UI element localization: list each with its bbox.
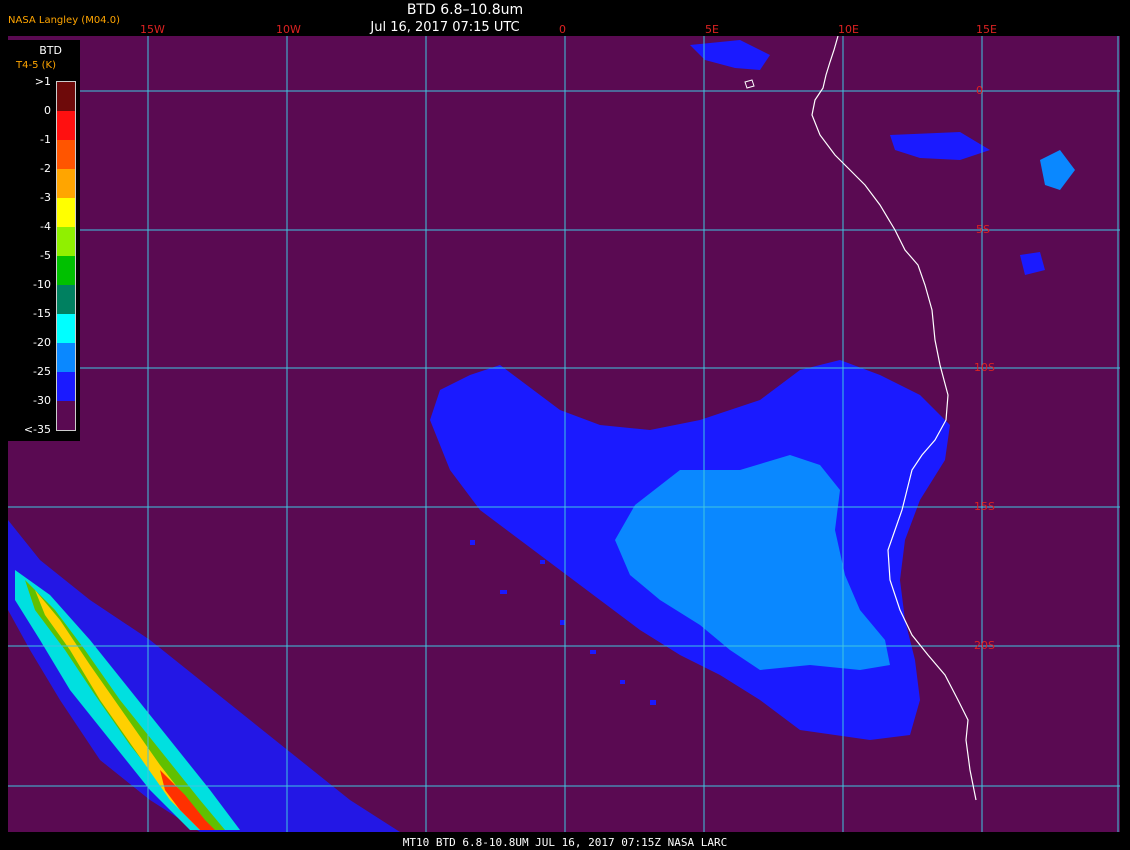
map-datetime: Jul 16, 2017 07:15 UTC <box>370 20 520 35</box>
lat-label-20s: 20S <box>974 639 995 652</box>
legend-tick-label: -30 <box>33 394 51 407</box>
legend-tick-label: >1 <box>34 75 51 88</box>
legend-tick-label: 0 <box>44 104 51 117</box>
legend-tick-label: -15 <box>33 307 51 320</box>
map-title: BTD 6.8–10.8um <box>406 2 524 18</box>
legend-swatch <box>57 140 75 169</box>
lon-label-10w: 10W <box>276 23 301 36</box>
lon-label-10e: 10E <box>838 23 859 36</box>
legend-swatch <box>57 285 75 314</box>
lat-label-0: 0 <box>976 84 983 97</box>
legend-tick-label: -25 <box>33 365 51 378</box>
legend-tick-label: <-35 <box>23 423 51 436</box>
legend-tick-label: -1 <box>40 133 51 146</box>
footer-caption: MT10 BTD 6.8-10.8UM JUL 16, 2017 07:15Z … <box>402 836 728 849</box>
legend-tick-label: -10 <box>33 278 51 291</box>
legend-swatch <box>57 82 75 111</box>
legend-swatch <box>57 314 75 343</box>
map-canvas <box>8 36 1120 832</box>
legend-tick-label: -20 <box>33 336 51 349</box>
legend-tick-label: -5 <box>40 249 51 262</box>
legend-title: BTD <box>39 44 62 57</box>
legend-swatch <box>57 198 75 227</box>
legend-swatch <box>57 111 75 140</box>
legend-swatch <box>57 372 75 401</box>
lon-label-0: 0 <box>559 23 566 36</box>
legend-unit: T4-5 (K) <box>16 60 56 71</box>
color-legend: BTD T4-5 (K) >1 0 -1 -2 -3 -4 -5 -10 -15 -20 -25 -3… <box>8 40 80 441</box>
legend-swatch <box>57 169 75 198</box>
lon-label-15e: 15E <box>976 23 997 36</box>
legend-swatch <box>57 401 75 430</box>
legend-colorbar <box>56 81 76 431</box>
producer-label: NASA Langley (M04.0) <box>8 15 120 26</box>
lon-label-15w: 15W <box>140 23 165 36</box>
legend-tick-label: -3 <box>40 191 51 204</box>
lon-label-5e: 5E <box>705 23 719 36</box>
legend-tick-label: -2 <box>40 162 51 175</box>
legend-swatch <box>57 343 75 372</box>
lat-label-5s: 5S <box>976 223 990 236</box>
legend-swatch <box>57 227 75 256</box>
legend-tick-label: -4 <box>40 220 51 233</box>
legend-swatch <box>57 256 75 285</box>
lat-label-15s: 15S <box>974 500 995 513</box>
lat-label-10s: 10S <box>974 361 995 374</box>
